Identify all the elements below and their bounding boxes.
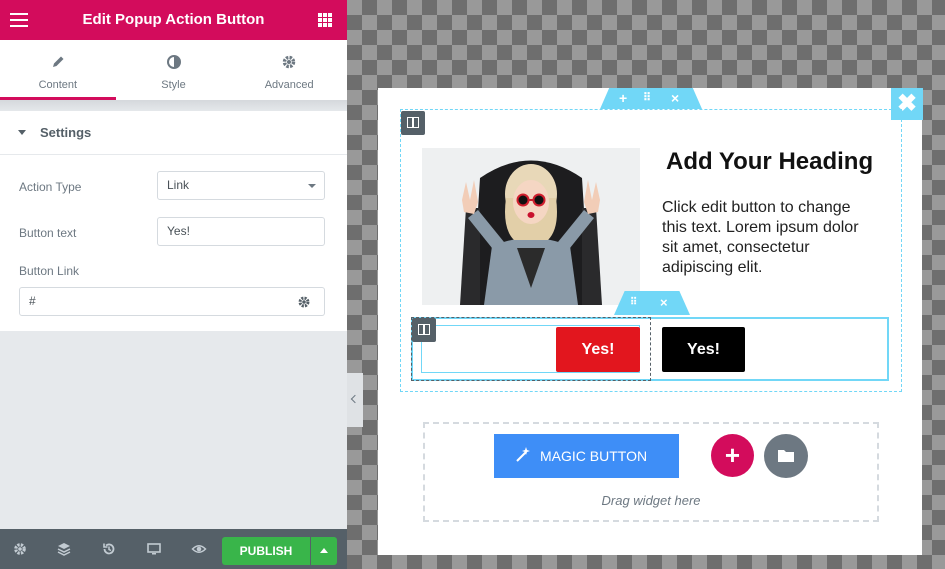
popup-heading[interactable]: Add Your Heading xyxy=(666,148,873,176)
action-type-select[interactable]: Link xyxy=(157,171,325,200)
inner-section-handle: ⠿ × xyxy=(614,291,690,315)
history-icon[interactable] xyxy=(101,541,117,557)
yes-button-red[interactable]: Yes! xyxy=(556,327,640,372)
magic-button-label: MAGIC BUTTON xyxy=(540,448,648,464)
settings-section-title: Settings xyxy=(40,125,92,140)
yes-button-black[interactable]: Yes! xyxy=(662,327,745,372)
button-text-value: Yes! xyxy=(167,224,190,238)
add-section-button[interactable]: + xyxy=(711,434,754,477)
action-type-label: Action Type xyxy=(19,180,82,194)
tab-advanced-label: Advanced xyxy=(264,79,314,91)
collapse-panel-toggle[interactable] xyxy=(347,373,363,427)
button-text-input[interactable]: Yes! xyxy=(157,217,325,246)
settings-section-toggle[interactable]: Settings xyxy=(0,111,347,155)
delete-section-icon[interactable]: × xyxy=(671,90,679,106)
panel-tabs: Content Style Advanced xyxy=(0,40,347,100)
inner-column-handle-icon[interactable] xyxy=(412,318,436,342)
magic-button[interactable]: MAGIC BUTTON xyxy=(494,434,679,478)
drag-inner-section-icon[interactable]: ⠿ xyxy=(630,297,637,308)
magic-wand-icon xyxy=(516,447,530,462)
tab-content-label: Content xyxy=(38,79,78,91)
button-link-value: # xyxy=(29,294,36,308)
popup-image[interactable] xyxy=(422,148,640,305)
drag-widget-hint: Drag widget here xyxy=(601,493,701,508)
column-handle-icon[interactable] xyxy=(401,111,425,135)
tab-style[interactable]: Style xyxy=(116,40,232,100)
add-section-icon[interactable]: + xyxy=(619,90,627,106)
gear-icon xyxy=(282,55,296,69)
tab-content[interactable]: Content xyxy=(0,40,116,100)
gear-icon xyxy=(298,296,310,308)
panel-title: Edit Popup Action Button xyxy=(82,11,265,28)
button-text-label: Button text xyxy=(19,226,77,240)
settings-gear-icon[interactable] xyxy=(12,541,28,557)
section-handle: + ⠿ × xyxy=(600,88,702,109)
tab-advanced[interactable]: Advanced xyxy=(231,40,347,100)
woman-photo-image xyxy=(422,148,640,305)
settings-section: Settings Action Type Link Button text Ye… xyxy=(0,111,347,331)
button-link-label: Button Link xyxy=(19,264,80,278)
eye-icon[interactable] xyxy=(191,541,207,557)
publish-button[interactable]: PUBLISH xyxy=(222,537,310,565)
layers-icon[interactable] xyxy=(56,541,72,557)
add-template-button[interactable] xyxy=(764,434,808,478)
tab-style-label: Style xyxy=(161,79,186,91)
folder-icon xyxy=(778,450,794,462)
action-type-value: Link xyxy=(167,178,190,192)
publish-options-button[interactable] xyxy=(311,537,337,565)
button-link-input[interactable]: # xyxy=(19,287,284,316)
drag-section-icon[interactable]: ⠿ xyxy=(643,91,651,104)
widgets-grid-icon[interactable] xyxy=(318,13,332,27)
desktop-icon[interactable] xyxy=(146,541,162,557)
select-arrow-icon xyxy=(308,184,316,188)
caret-down-icon xyxy=(18,130,26,135)
panel-header: Edit Popup Action Button xyxy=(0,0,347,40)
delete-inner-section-icon[interactable]: × xyxy=(660,295,668,310)
pencil-icon xyxy=(52,56,64,67)
popup-text[interactable]: Click edit button to change this text. L… xyxy=(662,198,877,278)
link-options-button[interactable] xyxy=(283,287,325,316)
half-circle-icon xyxy=(166,55,181,69)
editor-panel: Edit Popup Action Button Content Style A… xyxy=(0,0,347,569)
